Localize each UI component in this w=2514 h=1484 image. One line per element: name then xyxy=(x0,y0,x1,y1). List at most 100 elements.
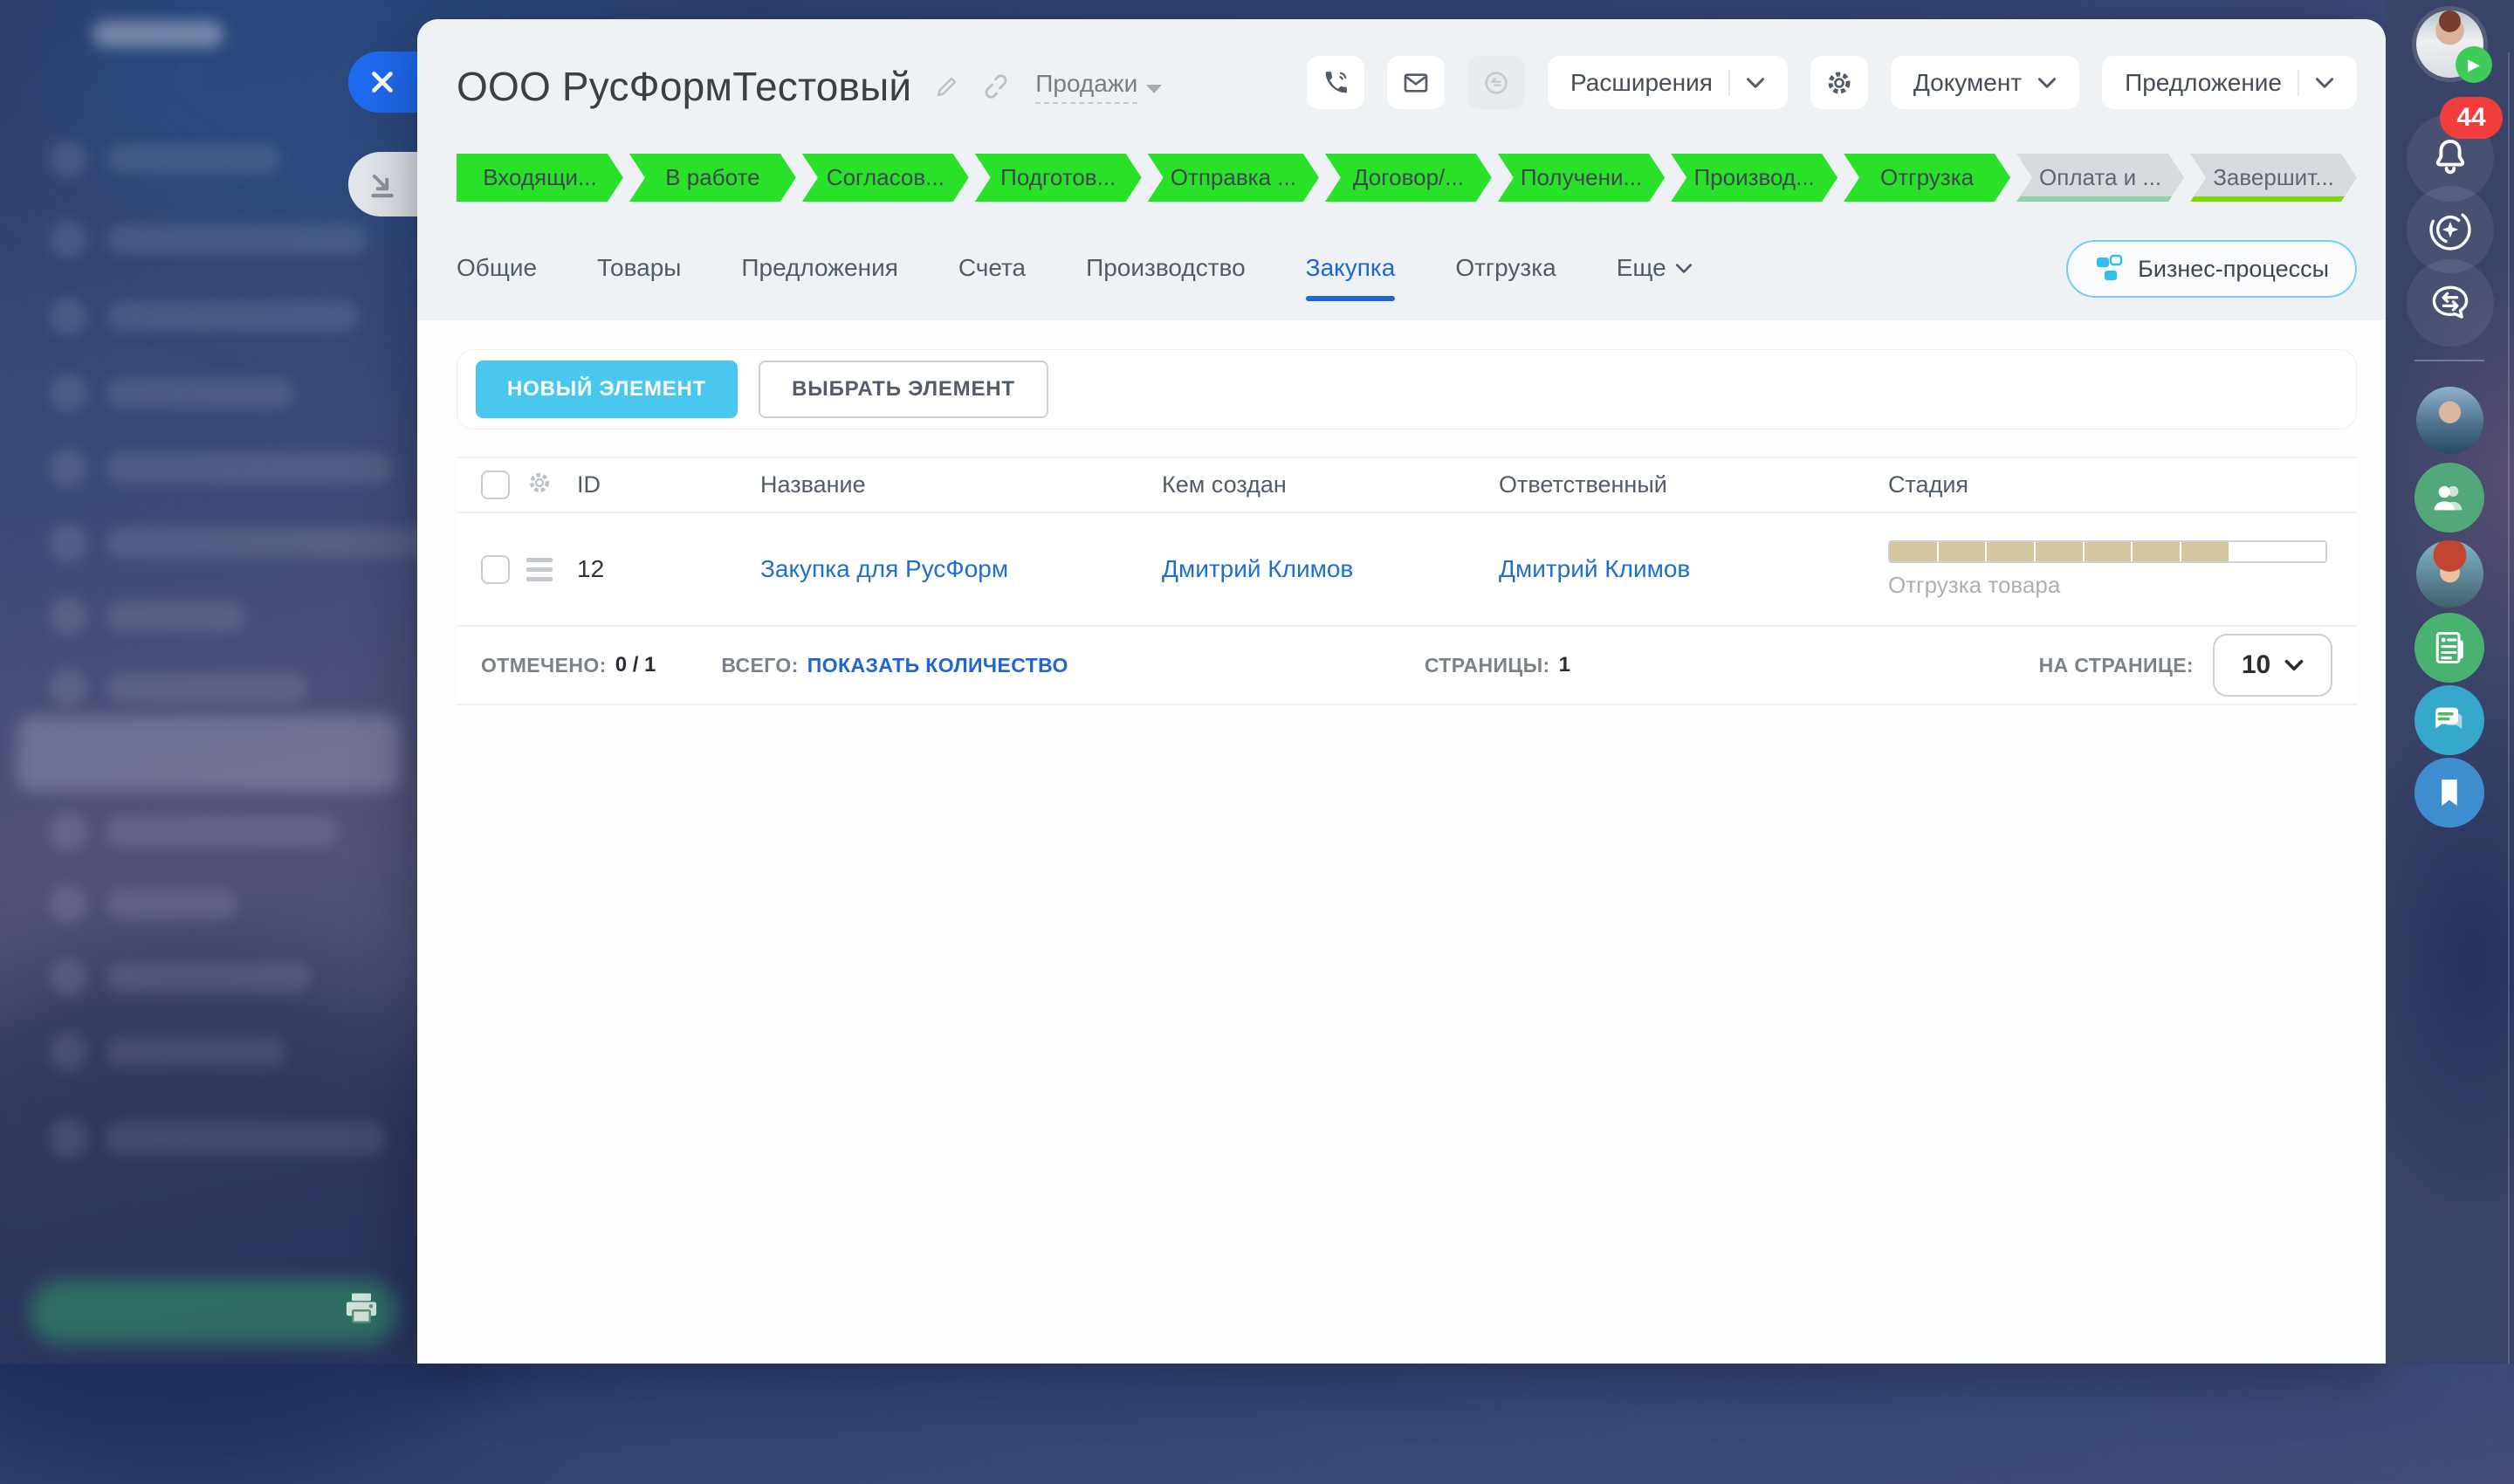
pages-label: СТРАНИЦЫ: xyxy=(1425,654,1550,677)
employees-button[interactable] xyxy=(2414,463,2484,532)
tab-label: Предложения xyxy=(741,254,897,282)
mail-icon xyxy=(1402,69,1430,97)
tab-предложения[interactable]: Предложения xyxy=(741,254,897,284)
row-name-link[interactable]: Закупка для РусФорм xyxy=(760,555,1008,582)
column-header-created-by[interactable]: Кем создан xyxy=(1162,471,1499,498)
stage-label: Получени... xyxy=(1521,164,1642,191)
business-process-icon xyxy=(2094,254,2124,284)
column-header-id[interactable]: ID xyxy=(577,471,760,498)
select-all-checkbox[interactable] xyxy=(481,471,510,499)
grid-header-row: ID Название Кем создан Ответственный Ста… xyxy=(457,457,2357,513)
chat-avatar-2[interactable] xyxy=(2416,540,2483,608)
row-drag-handle[interactable] xyxy=(526,558,553,581)
stage-1[interactable]: Входящи... xyxy=(457,154,623,202)
progress-segment xyxy=(2036,542,2085,561)
chats-button[interactable] xyxy=(2414,685,2484,755)
stage-10[interactable]: Оплата и ... xyxy=(2016,154,2184,202)
printer-icon[interactable] xyxy=(342,1290,381,1329)
rail-edge-line xyxy=(2508,52,2510,1364)
stage-label: Завершит... xyxy=(2213,164,2334,191)
stage-2[interactable]: В работе xyxy=(629,154,796,202)
messenger-icon xyxy=(2427,279,2474,326)
stage-7[interactable]: Получени... xyxy=(1498,154,1665,202)
stage-6[interactable]: Договор/... xyxy=(1325,154,1492,202)
stage-label: Отправка ... xyxy=(1171,164,1296,191)
tab-общие[interactable]: Общие xyxy=(457,254,537,284)
status-play-badge[interactable]: ▶ xyxy=(2456,46,2492,83)
offer-button[interactable]: Предложение xyxy=(2102,56,2357,109)
slider-close-button[interactable] xyxy=(348,52,417,113)
progress-segment xyxy=(1939,542,1988,561)
grid-settings-gear-icon[interactable] xyxy=(526,470,553,496)
progress-segment xyxy=(2181,542,2230,561)
tab-label: Закупка xyxy=(1306,254,1396,282)
tab-товары[interactable]: Товары xyxy=(597,254,681,284)
tab-счета[interactable]: Счета xyxy=(958,254,1026,284)
per-page-select[interactable]: 10 xyxy=(2213,634,2332,697)
tab-еще[interactable]: Еще xyxy=(1617,254,1693,284)
gear-icon xyxy=(1824,68,1854,98)
tab-label: Счета xyxy=(958,254,1026,282)
per-page-label: НА СТРАНИЦЕ: xyxy=(2039,654,2194,677)
stage-label: Оплата и ... xyxy=(2039,164,2161,191)
extensions-label: Расширения xyxy=(1570,69,1713,97)
business-processes-button[interactable]: Бизнес-процессы xyxy=(2066,240,2357,298)
grid-footer: ОТМЕЧЕНО: 0 / 1 ВСЕГО: ПОКАЗАТЬ КОЛИЧЕСТ… xyxy=(457,625,2357,705)
select-item-button[interactable]: ВЫБРАТЬ ЭЛЕМЕНТ xyxy=(759,361,1048,418)
show-count-link[interactable]: ПОКАЗАТЬ КОЛИЧЕСТВО xyxy=(807,654,1068,677)
messenger-button[interactable] xyxy=(2407,259,2494,347)
chevron-down-icon xyxy=(1675,263,1693,274)
panel-header: ООО РусФормТестовый Продажи xyxy=(417,19,2386,320)
copy-link-icon[interactable] xyxy=(983,73,1009,100)
progress-segment xyxy=(2278,542,2325,561)
stage-label: Договор/... xyxy=(1353,164,1464,191)
news-feed-button[interactable] xyxy=(2414,613,2484,683)
tab-закупка[interactable]: Закупка xyxy=(1306,254,1396,284)
slider-collapse-button[interactable] xyxy=(348,152,417,216)
settings-button[interactable] xyxy=(1810,56,1868,109)
checked-value: 0 / 1 xyxy=(615,653,656,677)
blurred-menu-item-active xyxy=(17,716,400,791)
progress-segment xyxy=(2230,542,2279,561)
stage-8[interactable]: Производ... xyxy=(1671,154,1837,202)
row-checkbox[interactable] xyxy=(481,555,510,584)
profile-avatar[interactable]: ▶ xyxy=(2416,10,2483,78)
news-icon xyxy=(2430,629,2469,667)
stage-9[interactable]: Отгрузка xyxy=(1844,154,2010,202)
extensions-button[interactable]: Расширения xyxy=(1548,56,1788,109)
stage-progress-bar[interactable] xyxy=(1888,540,2327,563)
crm-slider-panel: ООО РусФормТестовый Продажи xyxy=(417,19,2386,1364)
funnel-selector[interactable]: Продажи xyxy=(1035,70,1162,104)
column-header-stage[interactable]: Стадия xyxy=(1888,471,2357,498)
email-button[interactable] xyxy=(1387,56,1445,109)
document-button[interactable]: Документ xyxy=(1891,56,2079,109)
collapse-arrow-icon xyxy=(367,169,397,199)
notifications-count-badge: 44 xyxy=(2440,97,2503,139)
tab-производство[interactable]: Производство xyxy=(1086,254,1246,284)
panel-content: НОВЫЙ ЭЛЕМЕНТ ВЫБРАТЬ ЭЛЕМЕНТ ID Названи… xyxy=(417,320,2386,705)
header-toolbar: Расширения Документ Предложение xyxy=(1307,56,2357,109)
progress-segment xyxy=(2085,542,2133,561)
business-processes-label: Бизнес-процессы xyxy=(2138,256,2329,283)
new-item-button[interactable]: НОВЫЙ ЭЛЕМЕНТ xyxy=(476,361,738,418)
stage-3[interactable]: Согласов... xyxy=(802,154,969,202)
chat-avatar-1[interactable] xyxy=(2416,387,2483,454)
bookmarks-button[interactable] xyxy=(2414,758,2484,828)
stage-5[interactable]: Отправка ... xyxy=(1148,154,1319,202)
chevron-down-icon xyxy=(2284,659,2304,671)
chevron-down-icon xyxy=(1146,85,1162,93)
stage-4[interactable]: Подготов... xyxy=(975,154,1142,202)
column-header-responsible[interactable]: Ответственный xyxy=(1499,471,1888,498)
divider xyxy=(1728,70,1730,96)
stage-11[interactable]: Завершит... xyxy=(2190,154,2357,202)
chat-button-disabled xyxy=(1467,56,1525,109)
row-created-by-link[interactable]: Дмитрий Климов xyxy=(1162,555,1353,582)
edit-title-icon[interactable] xyxy=(934,73,960,100)
rail-divider xyxy=(2414,360,2484,361)
stage-bar: Входящи...В работеСогласов...Подготов...… xyxy=(457,154,2357,202)
row-responsible-link[interactable]: Дмитрий Климов xyxy=(1499,555,1690,582)
tab-отгрузка[interactable]: Отгрузка xyxy=(1455,254,1556,284)
column-header-name[interactable]: Название xyxy=(760,471,1162,498)
call-button[interactable] xyxy=(1307,56,1364,109)
items-grid: ID Название Кем создан Ответственный Ста… xyxy=(457,457,2357,705)
